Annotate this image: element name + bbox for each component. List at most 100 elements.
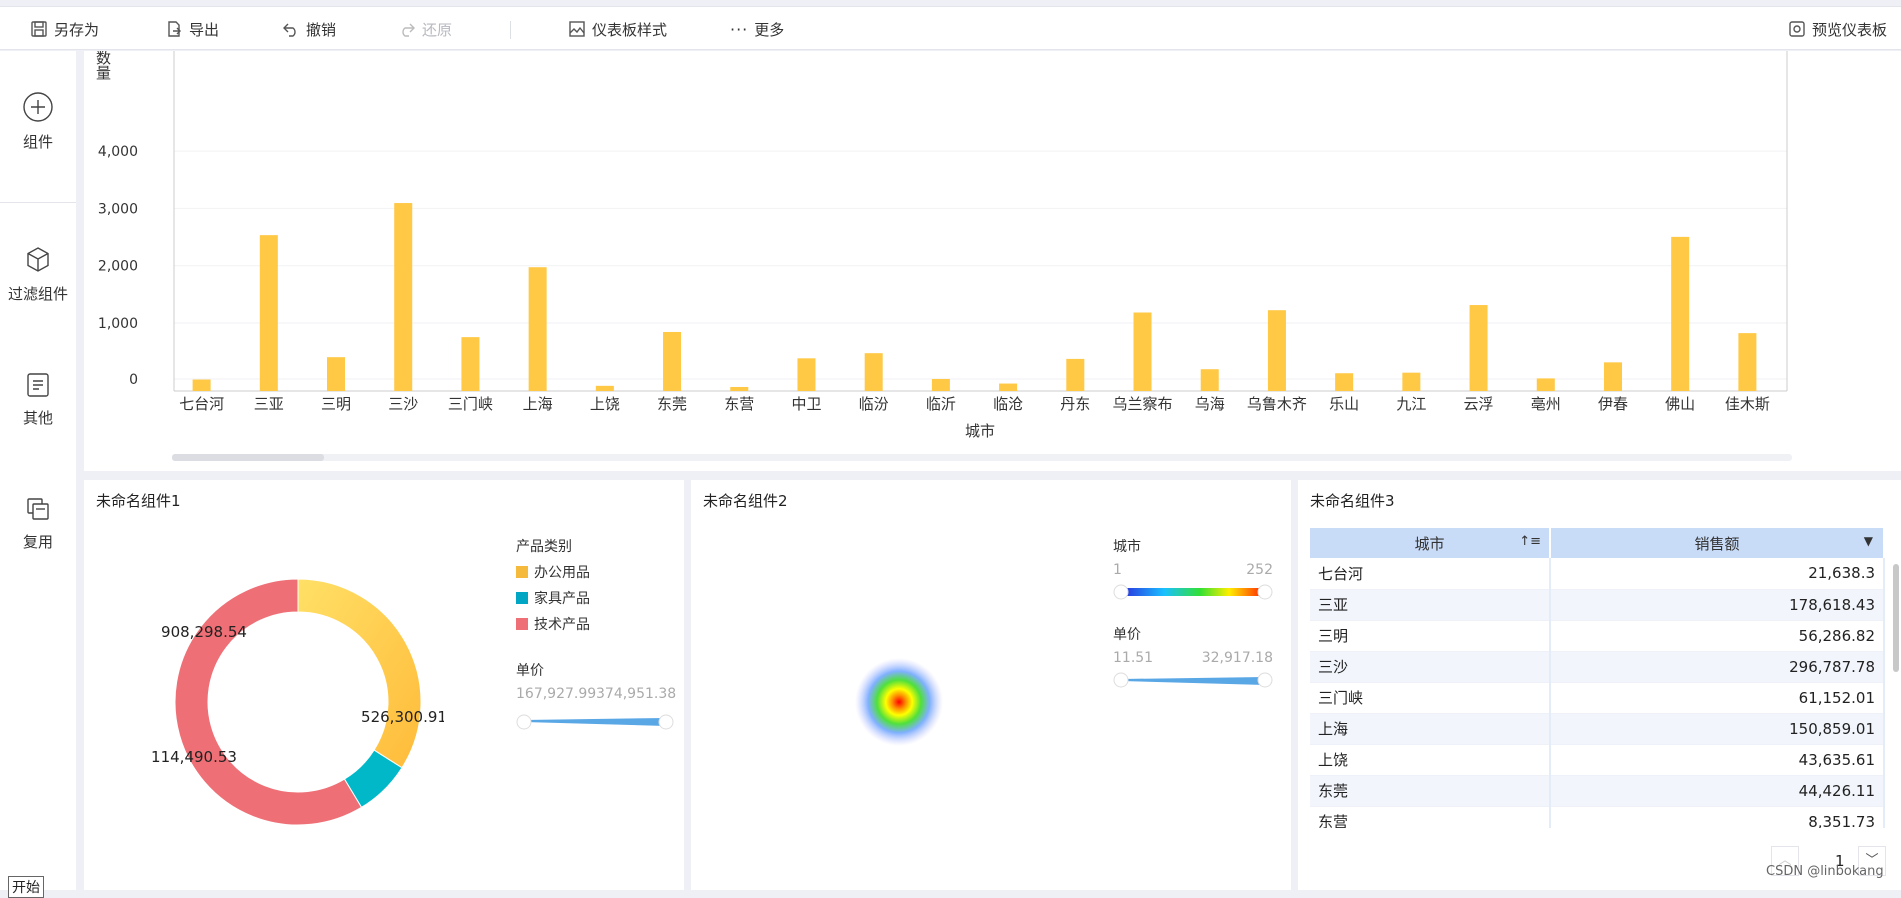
legend-swatch (516, 566, 528, 578)
bar-chart-xtick-label: 三亚 (254, 395, 284, 413)
sales-cell: 44,426.11 (1550, 775, 1885, 807)
pie-unit-max: 374,951.38 (596, 686, 677, 702)
bar-mark[interactable] (1402, 372, 1421, 391)
sidebar-item-reuse[interactable]: 复用 (0, 495, 76, 552)
undo-icon (283, 23, 296, 37)
bar-mark[interactable] (1066, 358, 1085, 391)
bar-mark[interactable] (931, 378, 950, 391)
sidebar-item-filter-components[interactable]: 过滤组件 (0, 245, 76, 304)
table-vertical-scrollbar[interactable] (1893, 564, 1899, 672)
bar-mark[interactable] (663, 331, 682, 391)
table-row[interactable]: 三门峡 61,152.01 (1310, 682, 1885, 714)
table-row[interactable]: 上饶 43,635.61 (1310, 744, 1885, 776)
bar-chart-ylabel-2: 量 (96, 64, 111, 82)
donut-slice[interactable] (297, 578, 422, 769)
table-row[interactable]: 东营 8,351.73 (1310, 806, 1885, 828)
pie-unit-slider[interactable] (516, 710, 676, 734)
sidebar-item-others[interactable]: 其他 (0, 371, 76, 428)
heat-unit-slider[interactable] (1113, 670, 1273, 692)
legend-label: 技术产品 (534, 617, 590, 633)
preview-dashboard-button[interactable]: 预览仪表板 (1788, 7, 1887, 51)
sales-cell: 178,618.43 (1550, 589, 1885, 621)
dashboard-style-button[interactable]: 仪表板样式 (568, 7, 667, 51)
pie-panel-title: 未命名组件1 (96, 492, 181, 510)
bar-mark[interactable] (797, 358, 816, 391)
bar-mark[interactable] (327, 357, 346, 391)
bar-mark[interactable] (394, 203, 413, 391)
legend-label: 家具产品 (534, 591, 590, 607)
legend-item-furniture[interactable]: 家具产品 (516, 588, 676, 608)
bar-mark[interactable] (461, 337, 480, 391)
bar-chart-xtick-label: 乌兰察布 (1113, 395, 1173, 413)
table-row[interactable]: 上海 150,859.01 (1310, 713, 1885, 745)
bar-chart: 数 量 01,0002,0003,0004,000 七台河 三亚 三明 三沙 三门峡 上海… (96, 49, 1792, 461)
preview-label: 预览仪表板 (1812, 20, 1888, 39)
save-as-label: 另存为 (54, 20, 100, 39)
bar-mark[interactable] (1603, 362, 1622, 391)
bar-mark[interactable] (259, 235, 278, 391)
bar-mark[interactable] (1671, 236, 1690, 391)
export-icon (168, 21, 181, 37)
data-table: 城市 ↑≡ 销售额 ▼ 七台河 21,638.3 三亚 178,618.43 三明 56,… (1310, 528, 1885, 828)
heat-point (855, 658, 943, 746)
table-row[interactable]: 东莞 44,426.11 (1310, 775, 1885, 807)
table-header-row: 城市 ↑≡ 销售额 ▼ (1310, 528, 1885, 558)
bar-mark[interactable] (1738, 333, 1757, 391)
heat-city-slider[interactable] (1113, 582, 1273, 602)
redo-button[interactable]: 还原 (398, 7, 452, 51)
bar-chart-xtick-label: 临沧 (993, 395, 1023, 413)
table-row[interactable]: 七台河 21,638.3 (1310, 558, 1885, 590)
city-cell: 三门峡 (1310, 682, 1551, 714)
table-row[interactable]: 三亚 178,618.43 (1310, 589, 1885, 621)
export-button[interactable]: 导出 (165, 7, 219, 51)
legend-label: 办公用品 (534, 565, 590, 581)
horizontal-scrollbar-track[interactable] (172, 454, 1792, 461)
donut-value-label: 114,490.53 (151, 748, 237, 766)
sort-icon[interactable]: ↑≡ (1519, 534, 1541, 549)
table-row[interactable]: 三沙 296,787.78 (1310, 651, 1885, 683)
bar-mark[interactable] (1267, 310, 1286, 391)
sales-cell: 21,638.3 (1550, 558, 1885, 590)
column-header-sales[interactable]: 销售额 ▼ (1550, 528, 1885, 558)
dropdown-arrow-icon[interactable]: ▼ (1864, 534, 1873, 548)
add-circle-icon (23, 92, 53, 122)
bar-chart-xtick-label: 亳州 (1531, 395, 1561, 413)
bar-chart-xtick-label: 九江 (1396, 395, 1426, 413)
bar-mark[interactable] (1133, 312, 1152, 391)
pie-legend: 产品类别 办公用品 家具产品 技术产品 单价 167,927.99 374,95… (516, 536, 676, 738)
heatmap-panel: 未命名组件2 城市 1 252 单价 11.51 32,917.18 (691, 480, 1291, 890)
bar-mark[interactable] (1200, 369, 1219, 391)
bar-mark[interactable] (192, 379, 211, 391)
save-as-button[interactable]: 另存为 (30, 7, 99, 51)
bar-mark[interactable] (595, 385, 614, 391)
bar-chart-xtick-label: 上饶 (590, 395, 620, 413)
table-row[interactable]: 三明 56,286.82 (1310, 620, 1885, 652)
table-container: 城市 ↑≡ 销售额 ▼ 七台河 21,638.3 三亚 178,618.43 三明 56,… (1310, 528, 1885, 828)
undo-button[interactable]: 撤销 (282, 7, 336, 51)
bar-mark[interactable] (528, 267, 547, 391)
slider-handle-min (1113, 584, 1129, 600)
bar-mark[interactable] (730, 386, 749, 391)
heat-city-title: 城市 (1113, 539, 1141, 555)
bar-mark[interactable] (999, 383, 1018, 391)
left-sidebar: 组件 过滤组件 其他 复用 (0, 51, 76, 890)
sidebar-item-components[interactable]: 组件 (0, 91, 76, 152)
legend-item-technology[interactable]: 技术产品 (516, 614, 676, 634)
column-header-city[interactable]: 城市 ↑≡ (1310, 528, 1551, 558)
heatmap-legend: 城市 1 252 单价 11.51 32,917.18 (1113, 536, 1273, 696)
pie-unit-min: 167,927.99 (516, 686, 597, 702)
heat-city-min: 1 (1113, 562, 1122, 578)
bar-mark[interactable] (1469, 305, 1488, 391)
bar-mark[interactable] (1536, 378, 1555, 391)
bar-chart-xtick-label: 临汾 (859, 395, 889, 413)
legend-swatch (516, 618, 528, 630)
more-button[interactable]: ··· 更多 (730, 7, 784, 51)
bar-chart-xtick-label: 三沙 (388, 395, 418, 413)
bar-chart-ytick-label: 4,000 (98, 144, 138, 160)
slider-handle-min (516, 714, 532, 730)
horizontal-scrollbar-thumb[interactable] (172, 454, 324, 461)
bar-mark[interactable] (864, 353, 883, 391)
start-tab[interactable]: 开始 (8, 876, 44, 898)
bar-mark[interactable] (1335, 373, 1354, 391)
legend-item-office[interactable]: 办公用品 (516, 562, 676, 582)
